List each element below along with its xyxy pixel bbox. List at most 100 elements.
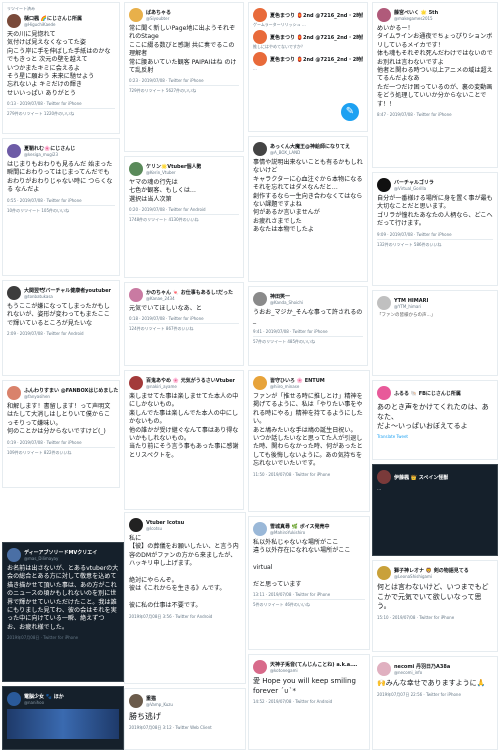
avatar[interactable] xyxy=(377,386,391,400)
avatar[interactable] xyxy=(377,470,391,484)
tweet-card[interactable]: 天神子兎音(てんじんことね) a.k.a.… @kotonegami 愛 Hope… xyxy=(248,654,370,750)
tweet-card[interactable]: necomi 丹羽日乃A38a @necomi_info 🙌みんな幸せでありますよ… xyxy=(372,656,498,750)
avatar[interactable] xyxy=(129,162,143,176)
avatar[interactable] xyxy=(377,8,391,22)
tweet-card[interactable]: 重猫 @Vamp_Kuzu 勝ち逃げ 2019年07月08日 3:12 · Twi… xyxy=(124,688,246,750)
author-name[interactable]: necomi 丹羽日乃A38a xyxy=(394,663,450,670)
author-handle: @hiiro_minase xyxy=(270,384,300,389)
tweet-card[interactable]: 皆守ひいろ 🌸 ENTUM @hiiro_minase ファンが「推せる時に推しと… xyxy=(248,370,370,512)
avatar[interactable] xyxy=(377,296,391,310)
tweet-card[interactable]: 夏鞘れむ🌸にじさんじ @kesiga_mugi23 はじまりもおわりも見るんだ 始… xyxy=(2,138,120,276)
tweet-card[interactable]: 神田笑一 @Kanda_Shoichi うおお_マジか_そんな事って許されるの_ … xyxy=(248,286,368,366)
avatar[interactable] xyxy=(7,14,21,28)
avatar[interactable] xyxy=(253,142,267,156)
author-name[interactable]: かのちゃん 🍬 お仕事もあるし!だった xyxy=(146,289,233,296)
author-name[interactable]: 夏鞘れむ🌸にじさんじ xyxy=(24,145,75,152)
tweet-card[interactable]: ふるる 🐚 FBにじさんじ所属 あのとき声をかけてくれたのは、あなた、 だよ〜い… xyxy=(372,380,498,460)
tweet-card[interactable]: Vtuber Icotsu @Icotsu 私に 【彼】の葬儀をお願いしたい、と言… xyxy=(124,512,246,684)
author-handle: @A_BOX_LAND xyxy=(270,150,301,155)
author-name[interactable]: 夏色まつり 🏮2nd @7216_2nd · 2時間 xyxy=(270,12,363,19)
tweet-text: 私以外私じゃないな場所がここ 違う以外存在になれない場所がここ virtual … xyxy=(253,539,351,589)
avatar[interactable] xyxy=(7,286,21,300)
author-name[interactable]: 百鬼あやめ 🌸 元気がうるさいVtuber xyxy=(146,377,235,384)
author-name[interactable]: YTM HIMARI xyxy=(394,298,428,304)
tweet-card[interactable]: YTM HIMARI @YTM_himari 「ファンの皆様からの声...」 xyxy=(372,290,498,376)
author-name[interactable]: 電脳少女 🐾 ほか xyxy=(24,693,64,700)
tweet-card[interactable]: あっくん大魔王@神絵師になりてえ @A_BOX_LAND 事情や説明出来ないことも… xyxy=(248,136,368,282)
avatar[interactable] xyxy=(253,30,267,44)
avatar[interactable] xyxy=(7,386,21,400)
avatar[interactable] xyxy=(129,288,143,302)
author-name[interactable]: ディーアブソリードMVクリエイ xyxy=(24,549,97,556)
author-name[interactable]: バーチャルゴリラ xyxy=(394,179,434,186)
translate-link[interactable]: Translate Tweet xyxy=(377,434,493,439)
author-handle: @mas_Dilimayay xyxy=(24,556,59,561)
tweet-text: あのとき声をかけてくれたのは、あなた、 だよ〜いっぱいおぼえてるよ xyxy=(377,403,489,431)
avatar[interactable] xyxy=(253,8,267,22)
author-handle: @kesiga_mugi23 xyxy=(24,152,58,157)
avatar[interactable] xyxy=(377,178,391,192)
author-name[interactable]: ふんわりすまい @FANBOXはじめました xyxy=(24,387,118,394)
tweet-video-thumbnail[interactable] xyxy=(7,709,119,739)
author-name[interactable]: 雪城真尋 🌿 ボイス発売中 xyxy=(270,523,330,530)
tweet-card[interactable]: かのちゃん 🍬 お仕事もあるし!だった @Kanae_2434 元気でいてほしいな… xyxy=(124,282,244,366)
tweet-stats: 10件のリツイート 105件のいいね xyxy=(7,204,115,214)
avatar[interactable] xyxy=(129,694,143,708)
tweet-card[interactable]: 藤宮ぺいく 🌟 5th @makegames2015 めいかるー！ タイムラインお… xyxy=(372,2,498,168)
author-name[interactable]: 獅子神レオナ 🦁 剣の物語見てる xyxy=(394,567,469,574)
author-name[interactable]: 神田笑一 xyxy=(270,293,303,300)
author-handle: @nanihoo xyxy=(24,700,45,705)
author-name[interactable]: 夏色まつり 🏮2nd @7216_2nd · 2時間 xyxy=(270,56,363,63)
tweet-card[interactable]: 大関翌🕊バーチャル健康者youtuber @tonbatukasa もうここが嫌に… xyxy=(2,280,120,376)
avatar[interactable] xyxy=(253,522,267,536)
avatar[interactable] xyxy=(253,292,267,306)
tweet-card[interactable]: 電脳少女 🐾 ほか @nanihoo xyxy=(2,686,124,750)
tweet-card[interactable]: ふんわりすまい @FANBOXはじめました @fanyasihen 和解します！書… xyxy=(2,380,120,488)
tweet-text: 元気でいてほしいなあ、と xyxy=(129,305,202,312)
tweet-card[interactable]: 獅子神レオナ 🦁 剣の物語見てる @LeonaShishigami 何とは言わない… xyxy=(372,560,498,652)
author-handle: @HiguchiKaede xyxy=(24,22,56,27)
author-name[interactable]: あっくん大魔王@神絵師になりてえ xyxy=(270,143,350,150)
avatar[interactable] xyxy=(129,518,143,532)
author-name[interactable]: 樋口楓 🌈にじさんじ所属 xyxy=(24,15,82,22)
avatar[interactable] xyxy=(377,566,391,580)
tweet-card[interactable]: ばあちゃる @Siyoubter 常に聞く新しいPage地に出ようそれぞれのSta… xyxy=(124,2,244,152)
author-name[interactable]: 夏色まつり 🏮2nd @7216_2nd · 2時間 xyxy=(270,34,363,41)
tweet-card[interactable]: バーチャルゴリラ @Virtual_Gorilla 自分が一番様ける場所に身を置く… xyxy=(372,172,498,286)
tweet-card[interactable]: 伊藤楓 👑 スペイン怪獣 ... xyxy=(372,464,498,556)
author-name[interactable]: 藤宮ぺいく 🌟 5th xyxy=(394,9,438,16)
author-name[interactable]: ばあちゃる xyxy=(146,9,171,16)
tweet-text: お名前は出さないが、とあるvtuberの大会の総合とある方に対して敬意を込めて描… xyxy=(7,565,119,631)
compose-icon[interactable]: ✎ xyxy=(341,103,359,121)
tweet-meta: 9:41 · 2019/07/08 · Twitter for iPhone xyxy=(253,328,328,334)
author-name[interactable]: 天神子兎音(てんじんことね) a.k.a.… xyxy=(270,661,357,668)
avatar[interactable] xyxy=(129,8,143,22)
avatar[interactable] xyxy=(7,548,21,562)
tweet-card[interactable]: ディーアブソリードMVクリエイ @mas_Dilimayay お名前は出さないが、… xyxy=(2,542,124,682)
tweet-card[interactable]: 雪城真尋 🌿 ボイス発売中 @MahiroYukishiro 私以外私じゃないな場… xyxy=(248,516,370,650)
avatar[interactable] xyxy=(253,376,267,390)
author-handle: @kotonegami xyxy=(270,668,298,673)
avatar[interactable] xyxy=(129,376,143,390)
author-handle: @Icotsu xyxy=(146,525,163,531)
author-name[interactable]: Vtuber Icotsu xyxy=(146,520,184,526)
author-name[interactable]: ケリン🌟Vtuber個人勢 xyxy=(146,163,201,170)
author-name[interactable]: 皆守ひいろ 🌸 ENTUM xyxy=(270,377,325,384)
author-handle: @necomi_info xyxy=(394,670,423,675)
author-name[interactable]: 重猫 xyxy=(146,695,173,702)
avatar[interactable] xyxy=(377,662,391,676)
avatar[interactable] xyxy=(7,692,21,706)
tweet-card[interactable]: リツイート済み 樋口楓 🌈にじさんじ所属 @HiguchiKaede 天の川に見惚… xyxy=(2,2,120,134)
timeline-snippet[interactable]: 夏色まつり 🏮2nd @7216_2nd · 2時間 ゲームラーターリリッシュ … xyxy=(248,2,368,132)
avatar[interactable] xyxy=(253,52,267,66)
tweet-card[interactable]: 百鬼あやめ 🌸 元気がうるさいVtuber @nakiri_ayame 楽しませて… xyxy=(124,370,244,510)
tweet-card[interactable]: ケリン🌟Vtuber個人勢 @Kerin_Vtuber ヤマの魂の行先は 七色か観… xyxy=(124,156,244,278)
author-name[interactable]: 大関翌🕊バーチャル健康者youtuber xyxy=(24,287,111,294)
author-handle: @Kerin_Vtuber xyxy=(146,170,176,175)
avatar[interactable] xyxy=(253,660,267,674)
tweet-meta: 2019年07月07日 22:56 · Twitter for iPhone xyxy=(377,691,461,697)
avatar[interactable] xyxy=(7,144,21,158)
author-handle: @tonbatukasa xyxy=(24,294,53,299)
author-name[interactable]: ふるる 🐚 FBにじさんじ所属 xyxy=(394,390,461,397)
author-name[interactable]: 伊藤楓 👑 スペイン怪獣 xyxy=(394,474,448,481)
